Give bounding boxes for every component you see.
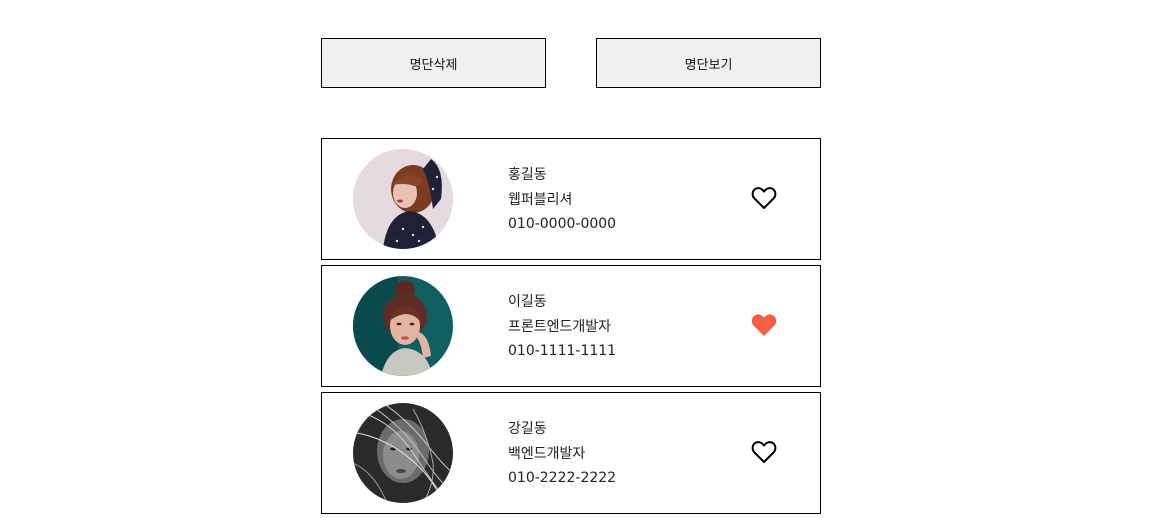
avatar (353, 276, 453, 376)
toolbar: 명단삭제 명단보기 (321, 38, 821, 88)
avatar (353, 403, 453, 503)
contact-info: 이길동 프론트엔드개발자 010-1111-1111 (508, 290, 616, 364)
contact-phone: 010-1111-1111 (508, 343, 617, 359)
contact-phone: 010-0000-0000 (508, 216, 617, 232)
contact-card: 강길동 백엔드개발자 010-2222-2222 (321, 392, 821, 514)
heart-filled-icon[interactable] (751, 313, 777, 337)
contact-role: 프론트엔드개발자 (508, 318, 612, 335)
contact-page: 명단삭제 명단보기 홍길동 웹퍼블리셔 010-0000-0000 이길동 프론… (0, 0, 1165, 518)
contact-name: 이길동 (508, 294, 547, 310)
contact-info: 홍길동 웹퍼블리셔 010-0000-0000 (508, 163, 616, 237)
contact-role: 웹퍼블리셔 (508, 191, 573, 208)
contact-role: 백엔드개발자 (508, 445, 586, 462)
contact-name: 홍길동 (508, 167, 547, 183)
heart-outline-icon[interactable] (751, 440, 777, 464)
contact-name: 강길동 (508, 421, 547, 437)
avatar (353, 149, 453, 249)
contact-list: 홍길동 웹퍼블리셔 010-0000-0000 이길동 프론트엔드개발자 010… (321, 138, 821, 518)
contact-phone: 010-2222-2222 (508, 470, 617, 486)
contact-card: 이길동 프론트엔드개발자 010-1111-1111 (321, 265, 821, 387)
delete-list-button[interactable]: 명단삭제 (321, 38, 546, 88)
contact-card: 홍길동 웹퍼블리셔 010-0000-0000 (321, 138, 821, 260)
heart-outline-icon[interactable] (751, 186, 777, 210)
view-list-button[interactable]: 명단보기 (596, 38, 821, 88)
contact-info: 강길동 백엔드개발자 010-2222-2222 (508, 417, 616, 491)
